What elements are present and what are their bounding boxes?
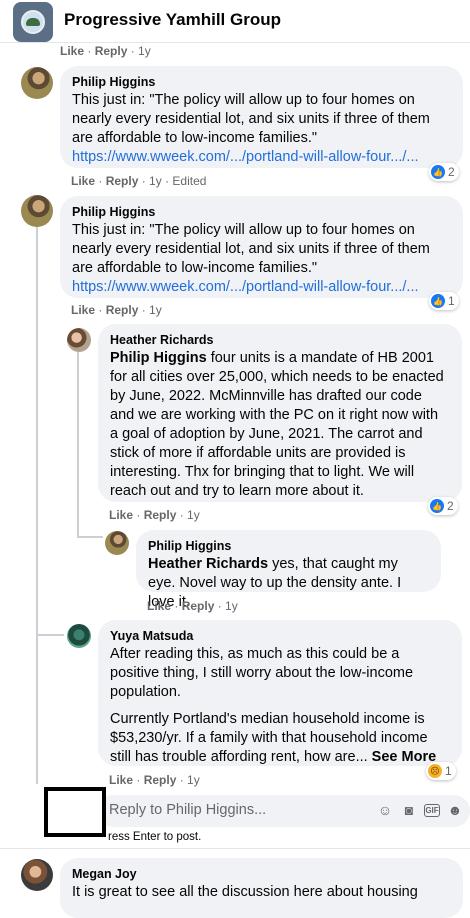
mention[interactable]: Philip Higgins <box>110 350 207 366</box>
like-button[interactable]: Like <box>71 174 95 188</box>
reply-button[interactable]: Reply <box>182 599 215 613</box>
thread-connector <box>36 634 64 636</box>
redaction-box <box>44 787 106 837</box>
divider <box>0 848 470 849</box>
thread-line <box>36 224 38 784</box>
reply-button[interactable]: Reply <box>144 508 177 522</box>
timestamp[interactable]: 1y <box>149 174 162 188</box>
timestamp[interactable]: 1y <box>187 508 200 522</box>
reply-button[interactable]: Reply <box>106 303 139 317</box>
avatar[interactable] <box>21 67 53 99</box>
avatar[interactable] <box>67 624 91 648</box>
reply-button[interactable]: Reply <box>95 44 128 58</box>
like-icon: 👍 <box>430 499 444 513</box>
comment-meta: Like · Reply · 1y · Edited <box>71 174 207 188</box>
group-header: Progressive Yamhill Group <box>0 0 470 43</box>
reply-meta: Like · Reply · 1y <box>147 599 238 613</box>
comment-bubble: Philip Higgins This just in: "The policy… <box>60 196 463 298</box>
comment-text: It is great to see all the discussion he… <box>72 884 418 900</box>
reply-bubble: Philip Higgins Heather Richards yes, tha… <box>136 530 441 610</box>
reply-text: Currently Portland's median household in… <box>110 711 437 765</box>
reply-bubble: Heather Richards Philip Higgins four uni… <box>98 324 462 502</box>
comment-author[interactable]: Philip Higgins <box>72 74 451 90</box>
reply-placeholder: Reply to Philip Higgins... <box>109 802 267 818</box>
like-button[interactable]: Like <box>109 508 133 522</box>
like-button[interactable]: Like <box>109 773 133 787</box>
like-button[interactable]: Like <box>147 599 171 613</box>
timestamp[interactable]: 1y <box>138 44 151 58</box>
comment-text: This just in: "The policy will allow up … <box>72 222 430 276</box>
enter-hint: ress Enter to post. <box>108 831 202 843</box>
reply-meta: Like · Reply · 1y <box>109 508 200 522</box>
reaction-count[interactable]: 👍 2 <box>429 163 459 181</box>
reply-button[interactable]: Reply <box>144 773 177 787</box>
reply-text: Philip Higgins four units is a mandate o… <box>110 350 444 499</box>
timestamp[interactable]: 1y <box>187 773 200 787</box>
group-logo[interactable] <box>13 2 53 42</box>
avatar[interactable] <box>105 531 129 555</box>
camera-icon[interactable]: ◙ <box>400 801 418 819</box>
reply-button[interactable]: Reply <box>106 174 139 188</box>
reaction-count[interactable]: 👍 1 <box>429 292 459 310</box>
group-name[interactable]: Progressive Yamhill Group <box>64 10 281 30</box>
reaction-count[interactable]: 👍 2 <box>428 497 458 515</box>
like-button[interactable]: Like <box>60 44 84 58</box>
reaction-count[interactable]: ☹ 1 <box>426 762 456 780</box>
thread-line <box>77 352 79 537</box>
comment-bubble: Megan Joy It is great to see all the dis… <box>60 858 463 918</box>
thread-connector <box>77 536 103 538</box>
sad-reaction-icon: ☹ <box>428 764 442 778</box>
reply-author[interactable]: Yuya Matsuda <box>110 628 450 644</box>
comment-text: This just in: "The policy will allow up … <box>72 92 430 146</box>
avatar[interactable] <box>21 859 53 891</box>
reply-bubble: Yuya Matsuda After reading this, as much… <box>98 620 462 766</box>
timestamp[interactable]: 1y <box>149 303 162 317</box>
reply-meta: Like · Reply · 1y <box>109 773 200 787</box>
avatar[interactable] <box>21 195 53 227</box>
comment-link[interactable]: https://www.wweek.com/.../portland-will-… <box>72 148 451 167</box>
emoji-icon[interactable]: ☺ <box>376 801 394 819</box>
see-more-link[interactable]: See More <box>368 749 436 765</box>
timestamp[interactable]: 1y <box>225 599 238 613</box>
gif-icon[interactable]: GIF <box>424 804 440 817</box>
input-icons: ☺ ◙ GIF ☻ <box>376 801 464 819</box>
comment-author[interactable]: Philip Higgins <box>72 204 451 220</box>
comment-meta: Like · Reply · 1y <box>71 303 162 317</box>
previous-comment-meta: Like · Reply · 1y <box>60 44 151 58</box>
like-icon: 👍 <box>431 294 445 308</box>
like-button[interactable]: Like <box>71 303 95 317</box>
reply-input[interactable]: Reply to Philip Higgins... ☺ ◙ GIF ☻ <box>97 795 470 827</box>
avatar[interactable] <box>67 328 91 352</box>
reply-text: After reading this, as much as this coul… <box>110 646 414 700</box>
comment-link[interactable]: https://www.wweek.com/.../portland-will-… <box>72 278 451 297</box>
sticker-icon[interactable]: ☻ <box>446 801 464 819</box>
edited-label[interactable]: Edited <box>172 174 206 188</box>
mention[interactable]: Heather Richards <box>148 556 268 572</box>
reply-author[interactable]: Heather Richards <box>110 332 450 348</box>
reply-author[interactable]: Philip Higgins <box>148 538 429 554</box>
like-icon: 👍 <box>431 165 445 179</box>
comment-author[interactable]: Megan Joy <box>72 866 451 882</box>
comment-bubble: Philip Higgins This just in: "The policy… <box>60 66 463 168</box>
